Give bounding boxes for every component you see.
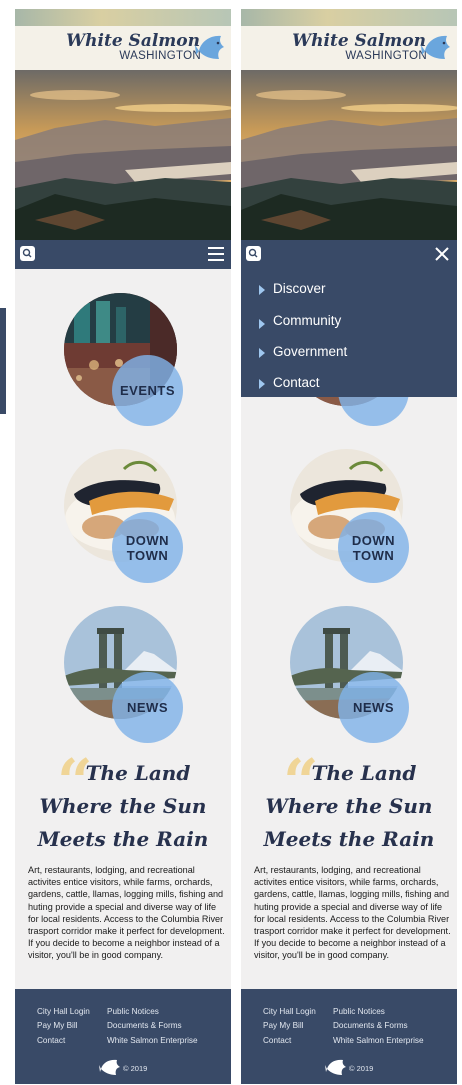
downtown-label: DOWN TOWN xyxy=(125,532,170,563)
downtown-button[interactable]: DOWN TOWN xyxy=(338,512,409,583)
footer-link-enterprise[interactable]: White Salmon Enterprise xyxy=(333,1034,424,1048)
menu-item-government[interactable]: Government xyxy=(259,344,347,359)
downtown-button[interactable]: DOWN TOWN xyxy=(112,512,183,583)
footer-link-city-hall-login[interactable]: City Hall Login xyxy=(263,1005,316,1019)
caret-right-icon xyxy=(259,319,265,329)
footer-salmon-icon xyxy=(99,1059,120,1075)
site-title[interactable]: White Salmon xyxy=(15,31,200,51)
caret-right-icon xyxy=(259,379,265,389)
tagline-line-2: Where the Sun xyxy=(39,794,207,818)
tagline-line-1: The Land xyxy=(85,761,191,785)
site-subtitle: WASHINGTON xyxy=(345,50,427,62)
caret-right-icon xyxy=(259,348,265,358)
footer-link-contact[interactable]: Contact xyxy=(263,1034,316,1048)
tagline-line-2: Where the Sun xyxy=(265,794,433,818)
footer-right-links: Public Notices Documents & Forms White S… xyxy=(107,1005,198,1048)
nav-bar xyxy=(15,240,231,269)
hero-landscape-image xyxy=(15,70,231,240)
intro-paragraph: Art, restaurants, lodging, and recreatio… xyxy=(28,865,225,961)
site-header: White Salmon WASHINGTON xyxy=(15,9,231,70)
news-button[interactable]: NEWS xyxy=(112,672,183,743)
tagline-line-3: Meets the Rain xyxy=(263,827,435,851)
news-label: NEWS xyxy=(353,700,394,715)
menu-item-contact[interactable]: Contact xyxy=(259,375,320,390)
copyright-text: © 2019 xyxy=(123,1064,148,1073)
footer-link-city-hall-login[interactable]: City Hall Login xyxy=(37,1005,90,1019)
header-sky-strip xyxy=(241,9,457,26)
copyright-text: © 2019 xyxy=(349,1064,374,1073)
events-label: EVENTS xyxy=(119,383,175,398)
footer-link-contact[interactable]: Contact xyxy=(37,1034,90,1048)
salmon-logo-icon[interactable] xyxy=(195,31,227,63)
search-icon xyxy=(248,248,258,258)
search-button[interactable] xyxy=(20,246,35,261)
downtown-label: DOWN TOWN xyxy=(351,532,396,563)
site-title[interactable]: White Salmon xyxy=(241,31,426,51)
footer-link-documents-forms[interactable]: Documents & Forms xyxy=(107,1019,198,1033)
footer-salmon-icon xyxy=(325,1059,346,1075)
tagline-line-1: The Land xyxy=(311,761,417,785)
search-button[interactable] xyxy=(246,246,261,261)
hamburger-menu-icon[interactable] xyxy=(208,247,224,261)
footer-right-links: Public Notices Documents & Forms White S… xyxy=(333,1005,424,1048)
menu-item-community[interactable]: Community xyxy=(259,313,341,329)
site-subtitle: WASHINGTON xyxy=(119,50,201,62)
search-icon xyxy=(22,248,32,258)
mobile-view-menu-closed: White Salmon WASHINGTON EVENTS DOWN TOWN… xyxy=(15,9,231,1084)
footer-link-public-notices[interactable]: Public Notices xyxy=(107,1005,198,1019)
footer-link-public-notices[interactable]: Public Notices xyxy=(333,1005,424,1019)
footer-link-enterprise[interactable]: White Salmon Enterprise xyxy=(107,1034,198,1048)
salmon-logo-icon[interactable] xyxy=(421,31,453,63)
news-label: NEWS xyxy=(127,700,168,715)
footer-link-documents-forms[interactable]: Documents & Forms xyxy=(333,1019,424,1033)
close-icon[interactable] xyxy=(432,244,452,264)
caret-right-icon xyxy=(259,285,265,295)
nav-dropdown-menu: Discover Community Government Contact xyxy=(241,240,457,397)
footer-link-pay-my-bill[interactable]: Pay My Bill xyxy=(263,1019,316,1033)
footer-left-links: City Hall Login Pay My Bill Contact xyxy=(263,1005,316,1048)
header-sky-strip xyxy=(15,9,231,26)
site-header: White Salmon WASHINGTON xyxy=(241,9,457,70)
menu-item-discover[interactable]: Discover xyxy=(259,281,326,296)
intro-paragraph: Art, restaurants, lodging, and recreatio… xyxy=(254,865,451,961)
footer-left-links: City Hall Login Pay My Bill Contact xyxy=(37,1005,90,1048)
hero-landscape-image xyxy=(241,70,457,240)
edge-panel xyxy=(0,308,6,414)
mobile-view-menu-open: White Salmon WASHINGTON DOWN TOWN NEWS “… xyxy=(241,9,457,1084)
footer-link-pay-my-bill[interactable]: Pay My Bill xyxy=(37,1019,90,1033)
events-button[interactable]: EVENTS xyxy=(112,355,183,426)
tagline-line-3: Meets the Rain xyxy=(37,827,209,851)
news-button[interactable]: NEWS xyxy=(338,672,409,743)
site-footer: City Hall Login Pay My Bill Contact Publ… xyxy=(241,989,457,1084)
site-footer: City Hall Login Pay My Bill Contact Publ… xyxy=(15,989,231,1084)
